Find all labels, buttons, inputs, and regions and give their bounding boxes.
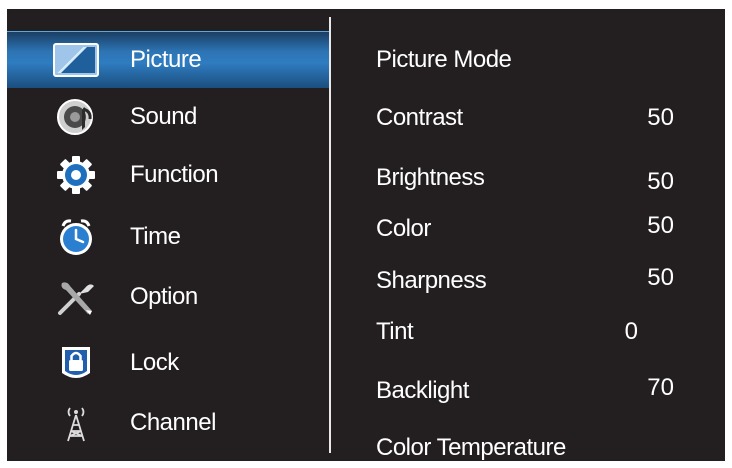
menu-item-label: Sound bbox=[130, 103, 197, 130]
menu-item-label: Channel bbox=[130, 409, 216, 436]
setting-label: Color Temperature bbox=[376, 434, 566, 461]
menu-item-lock[interactable]: Lock bbox=[7, 335, 329, 391]
setting-label: Contrast bbox=[376, 104, 463, 131]
menu-item-option[interactable]: Option bbox=[7, 269, 329, 325]
setting-value: 50 bbox=[647, 264, 674, 291]
setting-row-color[interactable]: Color 50 bbox=[376, 212, 696, 249]
menu-divider bbox=[329, 17, 331, 453]
setting-label: Sharpness bbox=[376, 267, 487, 294]
menu-item-label: Picture bbox=[130, 46, 202, 73]
lock-icon bbox=[53, 343, 99, 383]
speaker-icon bbox=[53, 97, 99, 137]
gear-icon bbox=[53, 155, 99, 195]
picture-icon bbox=[53, 40, 99, 80]
menu-item-label: Option bbox=[130, 283, 198, 310]
main-menu: Picture Sound Function Time Option Lock … bbox=[7, 9, 329, 461]
setting-row-color-temperature[interactable]: Color Temperature bbox=[376, 434, 696, 461]
antenna-icon bbox=[53, 403, 99, 443]
setting-label: Color bbox=[376, 215, 431, 242]
setting-value: 50 bbox=[647, 168, 674, 195]
tv-menu-screen: Picture Sound Function Time Option Lock … bbox=[7, 9, 725, 461]
setting-row-tint[interactable]: Tint 0 bbox=[376, 318, 696, 352]
setting-row-brightness[interactable]: Brightness 50 bbox=[376, 164, 696, 198]
setting-row-picture-mode[interactable]: Picture Mode bbox=[376, 46, 696, 80]
clock-icon bbox=[53, 217, 99, 257]
setting-label: Tint bbox=[376, 318, 414, 345]
menu-item-label: Function bbox=[130, 161, 219, 188]
setting-value: 50 bbox=[647, 104, 674, 131]
setting-row-contrast[interactable]: Contrast 50 bbox=[376, 104, 696, 138]
menu-item-sound[interactable]: Sound bbox=[7, 89, 329, 145]
setting-label: Picture Mode bbox=[376, 46, 512, 73]
setting-label: Brightness bbox=[376, 164, 485, 191]
setting-row-sharpness[interactable]: Sharpness 50 bbox=[376, 264, 696, 301]
menu-item-label: Time bbox=[130, 223, 181, 250]
setting-row-backlight[interactable]: Backlight 70 bbox=[376, 374, 696, 411]
setting-value: 70 bbox=[647, 374, 674, 401]
setting-label: Backlight bbox=[376, 377, 469, 404]
menu-item-time[interactable]: Time bbox=[7, 209, 329, 265]
setting-value: 0 bbox=[624, 318, 638, 345]
menu-item-channel[interactable]: Channel bbox=[7, 395, 329, 451]
menu-item-picture[interactable]: Picture bbox=[7, 31, 329, 88]
tools-icon bbox=[53, 277, 99, 317]
menu-item-function[interactable]: Function bbox=[7, 147, 329, 203]
setting-value: 50 bbox=[647, 212, 674, 239]
menu-item-label: Lock bbox=[130, 349, 179, 376]
